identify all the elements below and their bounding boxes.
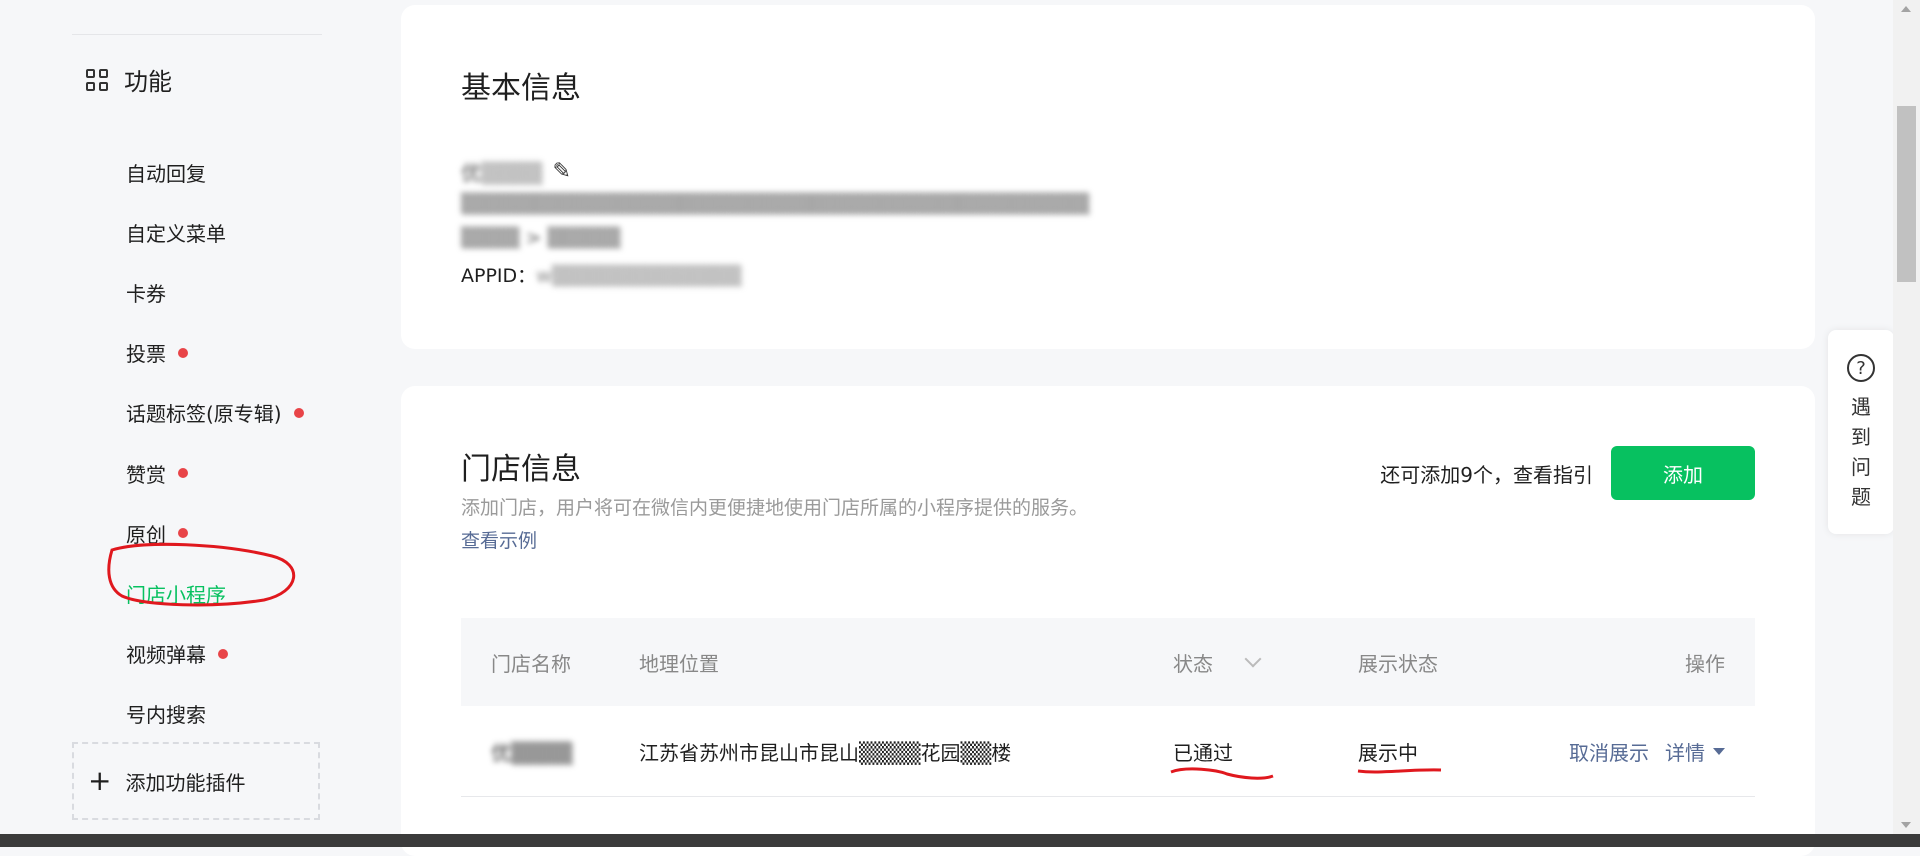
header-status[interactable]: 状态 [1173, 648, 1262, 677]
store-actions: 还可添加9个， 查看指引 添加 [1380, 446, 1755, 500]
help-label: 遇到问题 [1851, 395, 1871, 509]
divider [72, 34, 322, 35]
view-example-link[interactable]: 查看示例 [461, 530, 537, 552]
remaining-text: 还可添加9个， [1380, 462, 1513, 487]
add-store-button[interactable]: 添加 [1611, 446, 1755, 500]
sidebar-item[interactable]: 卡券 [126, 262, 304, 322]
sidebar: 功能 自动回复自定义菜单卡券投票话题标签(原专辑) 赞赏原创门店小程序视频弹幕号内… [0, 0, 380, 847]
sidebar-item[interactable]: 自定义菜单 [126, 202, 304, 262]
basic-info-title: 基本信息 [461, 71, 581, 106]
scrollbar[interactable] [1893, 0, 1920, 834]
sidebar-item[interactable]: 视频弹幕 [126, 624, 304, 684]
store-info-title: 门店信息 [461, 452, 581, 487]
function-menu: 自动回复自定义菜单卡券投票话题标签(原专辑) 赞赏原创门店小程序视频弹幕号内搜索 [126, 142, 304, 744]
sidebar-item[interactable]: 自动回复 [126, 142, 304, 202]
annotation-underline-display [1357, 768, 1442, 774]
grid-icon [86, 68, 108, 91]
sidebar-item[interactable]: 门店小程序 [126, 563, 304, 623]
annotation-underline-status [1170, 767, 1274, 780]
account-category: ▒▒▒▒ > ▒▒▒▒▒ [461, 227, 621, 249]
account-name-text: 优▒▒▒▒ [461, 161, 543, 185]
sidebar-item-label: 自定义菜单 [126, 221, 226, 246]
edit-pencil-icon[interactable]: ✎ [553, 159, 571, 184]
scroll-down-icon[interactable] [1901, 822, 1911, 828]
sidebar-item[interactable]: 原创 [126, 503, 304, 563]
header-status-label: 状态 [1173, 651, 1213, 676]
header-name: 门店名称 [491, 651, 571, 676]
store-display-status: 展示中 [1358, 740, 1418, 765]
appid-label: APPID： [461, 265, 537, 287]
chevron-down-icon[interactable] [1244, 650, 1262, 668]
sidebar-item-label: 投票 [126, 342, 166, 367]
sidebar-item[interactable]: 话题标签(原专辑) [126, 383, 304, 443]
basic-info-card: 基本信息 优▒▒▒▒ ✎ ▒▒▒▒▒▒▒▒▒▒▒▒▒▒▒▒▒▒▒▒▒▒▒▒▒▒▒… [401, 5, 1815, 349]
add-plugin-label: 添加功能插件 [125, 770, 246, 795]
table-header: 门店名称 地理位置 状态 展示状态 操作 [461, 618, 1755, 706]
row-actions: 取消展示 详情 [1569, 737, 1725, 766]
sidebar-item-label: 自动回复 [126, 161, 206, 186]
store-name: 优▒▒▒▒ [491, 740, 573, 765]
new-badge-dot [178, 468, 188, 479]
add-plugin-button[interactable]: + 添加功能插件 [72, 742, 320, 820]
scrollbar-thumb[interactable] [1897, 106, 1916, 282]
store-info-card: 门店信息 添加门店，用户将可在微信内更便捷地使用门店所属的小程序提供的服务。 查… [401, 386, 1815, 856]
appid-row: APPID：w▒▒▒▒▒▒▒▒▒▒▒▒▒ [461, 261, 742, 288]
taskbar [0, 834, 1920, 847]
function-section-title: 功能 [86, 62, 172, 97]
table-row: 优▒▒▒▒ 江苏省苏州市昆山市昆山▒▒▒▒花园▒▒楼 已通过 展示中 取消展示 … [461, 706, 1755, 797]
cancel-display-link[interactable]: 取消展示 [1569, 737, 1649, 766]
detail-link[interactable]: 详情 [1665, 737, 1705, 766]
header-action: 操作 [1685, 651, 1725, 676]
sidebar-item-label: 视频弹幕 [126, 643, 206, 668]
store-table: 门店名称 地理位置 状态 展示状态 操作 优▒▒▒▒ 江苏省苏州市昆山市昆山▒▒… [461, 618, 1755, 797]
sidebar-item-label: 门店小程序 [126, 582, 226, 607]
new-badge-dot [218, 648, 228, 659]
sidebar-item-label: 卡券 [126, 281, 166, 306]
new-badge-dot [178, 528, 188, 539]
sidebar-item[interactable]: 投票 [126, 323, 304, 383]
store-description: 添加门店，用户将可在微信内更便捷地使用门店所属的小程序提供的服务。 查看示例 [461, 492, 1101, 558]
view-guide-link[interactable]: 查看指引 [1513, 459, 1593, 488]
store-location: 江苏省苏州市昆山市昆山▒▒▒▒花园▒▒楼 [639, 740, 1012, 765]
sidebar-item-label: 号内搜索 [126, 703, 206, 728]
plus-icon: + [88, 764, 112, 797]
caret-down-icon[interactable] [1713, 747, 1725, 755]
header-location: 地理位置 [639, 651, 719, 676]
sidebar-item[interactable]: 赞赏 [126, 443, 304, 503]
header-display-status: 展示状态 [1358, 651, 1438, 676]
new-badge-dot [293, 407, 304, 418]
new-badge-dot [178, 347, 188, 358]
sidebar-item-label: 话题标签(原专辑) [126, 402, 282, 427]
store-status: 已通过 [1173, 740, 1233, 765]
section-title-label: 功能 [124, 68, 172, 96]
help-panel[interactable]: ? 遇到问题 [1828, 330, 1894, 534]
sidebar-item[interactable]: 号内搜索 [126, 684, 304, 744]
account-description: ▒▒▒▒▒▒▒▒▒▒▒▒▒▒▒▒▒▒▒▒▒▒▒▒▒▒▒▒▒▒▒▒▒▒▒▒▒▒▒▒… [461, 193, 1090, 215]
store-description-text: 添加门店，用户将可在微信内更便捷地使用门店所属的小程序提供的服务。 [461, 497, 1089, 519]
account-name: 优▒▒▒▒ ✎ [461, 157, 571, 186]
question-icon: ? [1847, 354, 1875, 382]
sidebar-item-label: 赞赏 [126, 462, 166, 487]
appid-value: w▒▒▒▒▒▒▒▒▒▒▒▒▒ [536, 265, 742, 287]
sidebar-item-label: 原创 [126, 522, 166, 547]
scroll-up-icon[interactable] [1901, 6, 1911, 12]
